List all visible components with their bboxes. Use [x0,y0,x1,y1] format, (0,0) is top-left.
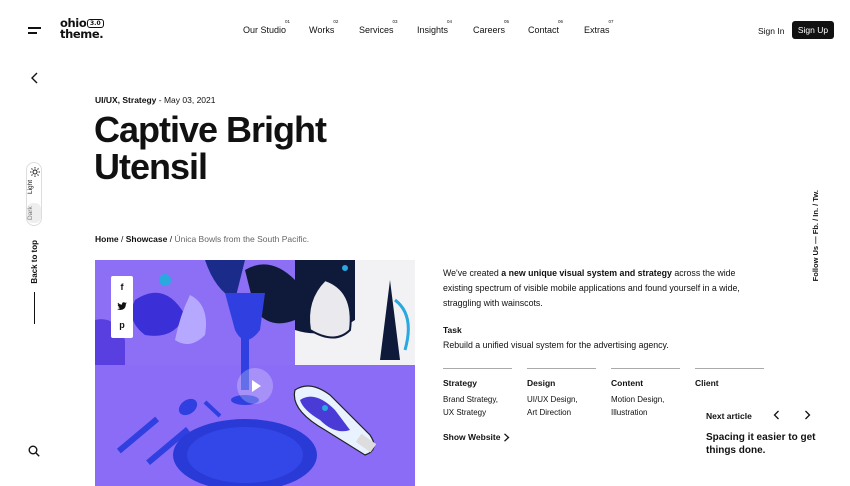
nav-label: Insights [417,25,449,35]
nav-services[interactable]: Services 03 [359,19,398,35]
description-bold: a new unique visual system and strategy [501,268,672,278]
project-description: We've created a new unique visual system… [443,266,753,311]
breadcrumb-showcase[interactable]: Showcase [126,234,168,244]
chevron-right-icon[interactable] [802,410,812,420]
info-content: Content Motion Design, Illustration [611,368,680,419]
info-heading: Strategy [443,378,478,388]
info-heading: Design [527,378,556,388]
title-line2: Utensil [94,146,208,187]
nav-label: Contact [528,25,560,35]
play-icon [252,380,261,392]
info-value: UX Strategy [443,408,487,417]
info-strategy: Strategy Brand Strategy, UX Strategy [443,368,512,419]
sign-in-link[interactable]: Sign In [758,26,784,36]
follow-label: Follow Us [811,245,820,282]
follow-us: Follow Us — Fb. / In. / Tw. [811,190,820,281]
theme-toggle[interactable]: Light Dark [26,162,42,226]
nav-label: Works [309,25,335,35]
follow-dash: — [811,236,820,244]
logo-version: 3.0 [87,19,104,28]
instagram-link[interactable]: In. [811,208,820,217]
chevron-right-icon [504,433,510,442]
page-title: Captive Bright Utensil [94,111,394,185]
nav-number: 01 [285,19,291,24]
logo-line2: theme. [60,27,104,41]
post-date: May 03, 2021 [163,95,216,105]
info-value: Art Direction [527,408,572,417]
info-client: Client [695,368,764,393]
sun-icon [30,167,40,177]
breadcrumb-home[interactable]: Home [95,234,119,244]
nav-insights[interactable]: Insights 04 [417,19,452,35]
facebook-icon[interactable]: f [117,282,127,292]
nav-label: Services [359,25,394,35]
post-date-separator: - [156,95,164,105]
nav-label: Our Studio [243,25,287,35]
description-part1: We've created [443,268,502,278]
nav-works[interactable]: Works 02 [309,19,338,35]
next-article-title[interactable]: Spacing it easier to get things done. [706,431,826,457]
nav-number: 02 [333,19,339,24]
menu-icon[interactable] [28,26,41,35]
twitter-link[interactable]: Tw. [811,190,820,202]
info-design: Design UI/UX Design, Art Direction [527,368,596,419]
dark-mode-option[interactable]: Dark [27,203,41,223]
chevron-left-icon[interactable] [772,410,782,420]
post-meta: UI/UX, Strategy - May 03, 2021 [95,95,215,105]
nav-number: 03 [392,19,398,24]
post-categories[interactable]: UI/UX, Strategy [95,95,156,105]
breadcrumb-separator: / [169,234,173,244]
nav-number: 06 [558,19,564,24]
back-to-top-line [34,292,35,324]
nav-number: 04 [447,19,453,24]
show-website-label: Show Website [443,432,501,442]
task-text: Rebuild a unified visual system for the … [443,340,669,350]
nav-label: Careers [473,25,506,35]
pinterest-icon[interactable]: p [117,320,127,330]
nav-our-studio[interactable]: Our Studio 01 [243,19,290,35]
task-label: Task [443,325,462,335]
facebook-link[interactable]: Fb. [811,223,820,234]
breadcrumb: Home / Showcase / Única Bowls from the S… [95,234,309,244]
share-bar: f p [111,276,133,338]
nav-extras[interactable]: Extras 07 [584,19,614,35]
info-value: Brand Strategy, [443,395,498,404]
breadcrumb-separator: / [121,234,124,244]
info-heading: Content [611,378,644,388]
follow-separator: / [811,203,820,206]
title-line1: Captive Bright [94,109,327,150]
follow-separator: / [811,218,820,221]
twitter-icon[interactable] [117,301,127,311]
logo[interactable]: ohio theme. 3.0 [60,17,104,41]
nav-number: 05 [504,19,510,24]
nav-label: Extras [584,25,610,35]
next-article-label: Next article [706,411,752,421]
info-value: UI/UX Design, [527,395,578,404]
play-button[interactable] [237,368,273,404]
search-icon[interactable] [28,445,40,457]
breadcrumb-current: Única Bowls from the South Pacific. [174,234,310,244]
back-arrow-icon[interactable] [29,72,41,84]
info-heading: Client [695,378,719,388]
sign-up-button[interactable]: Sign Up [792,21,834,39]
info-value: Illustration [611,408,648,417]
nav-careers[interactable]: Careers 05 [473,19,509,35]
back-to-top-link[interactable]: Back to top [30,240,39,284]
nav-number: 07 [608,19,614,24]
nav-contact[interactable]: Contact 06 [528,19,563,35]
light-mode-option[interactable]: Light [27,179,41,195]
info-value: Motion Design, [611,395,665,404]
show-website-link[interactable]: Show Website [443,432,510,442]
